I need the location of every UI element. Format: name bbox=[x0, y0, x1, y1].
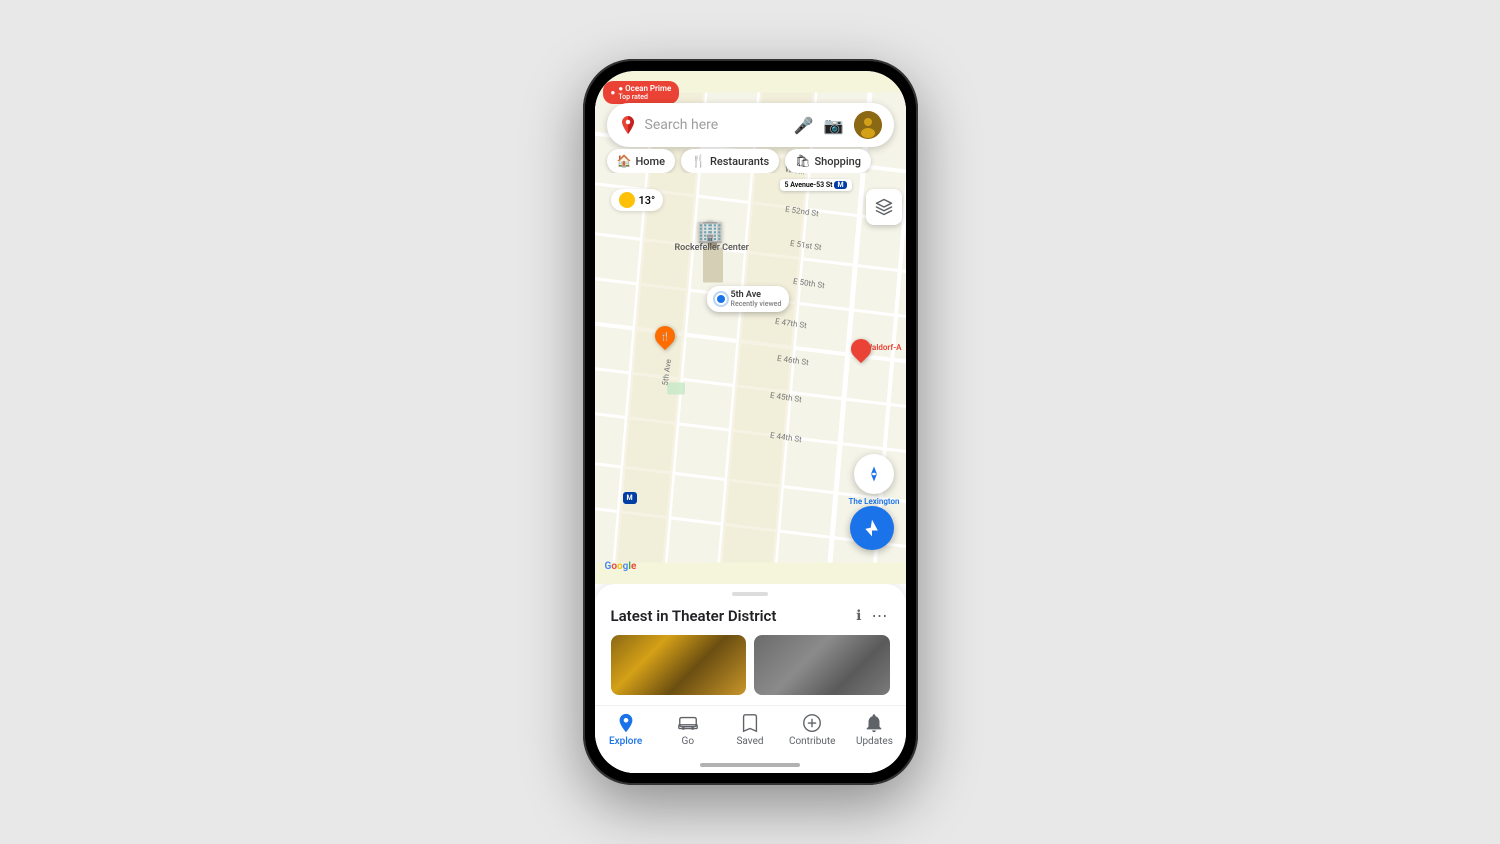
rockefeller-icon: 🏢 bbox=[697, 219, 724, 244]
user-avatar[interactable] bbox=[854, 111, 882, 139]
phone-screen: W 55th St W 5... E 52nd St E 51st St E 5… bbox=[595, 71, 906, 773]
go-tab-label: Go bbox=[682, 736, 695, 747]
tab-updates[interactable]: Updates bbox=[843, 712, 905, 747]
shopping-chip-label: Shopping bbox=[814, 155, 861, 168]
google-maps-logo bbox=[619, 116, 637, 134]
updates-tab-label: Updates bbox=[856, 736, 893, 747]
saved-tab-label: Saved bbox=[736, 736, 763, 747]
avatar-image bbox=[854, 111, 882, 139]
latest-title: Latest in Theater District bbox=[611, 607, 777, 625]
more-button[interactable]: ⋯ bbox=[872, 606, 890, 625]
restaurant-marker[interactable]: 🍴 bbox=[655, 326, 675, 346]
navigation-button[interactable] bbox=[854, 454, 894, 494]
sun-icon bbox=[619, 192, 635, 208]
search-bar[interactable]: Search here 🎤 📷 bbox=[607, 103, 894, 147]
metro-icon: M bbox=[834, 181, 846, 189]
explore-tab-icon bbox=[615, 712, 637, 734]
explore-tab-label: Explore bbox=[609, 736, 642, 747]
fifth-ave-label: 5th Ave bbox=[731, 290, 782, 300]
saved-tab-icon bbox=[739, 712, 761, 734]
home-chip-icon: 🏠 bbox=[617, 154, 632, 168]
restaurants-chip-label: Restaurants bbox=[710, 155, 769, 168]
shopping-chip-icon: 🛍 bbox=[795, 154, 810, 168]
directions-icon bbox=[862, 518, 882, 538]
map-svg bbox=[595, 71, 906, 584]
updates-tab-icon bbox=[863, 712, 885, 734]
camera-icon[interactable]: 📷 bbox=[824, 116, 844, 135]
info-button[interactable]: ℹ bbox=[856, 608, 861, 624]
tab-go[interactable]: Go bbox=[657, 712, 719, 747]
contribute-tab-label: Contribute bbox=[789, 736, 836, 747]
go-tab-icon bbox=[677, 712, 699, 734]
ocean-prime-name: ● Ocean Prime bbox=[618, 84, 671, 93]
search-action-icons: 🎤 📷 bbox=[794, 111, 882, 139]
layers-icon bbox=[875, 198, 893, 216]
rockefeller-label: Rockefeller Center bbox=[675, 243, 749, 253]
latest-header-actions: ℹ ⋯ bbox=[856, 606, 889, 625]
contribute-tab-icon bbox=[801, 712, 823, 734]
fifth-ave-bubble[interactable]: 5th Ave Recently viewed bbox=[707, 286, 790, 312]
tab-bar: Explore Go Saved bbox=[595, 705, 906, 757]
layer-button[interactable] bbox=[866, 189, 902, 225]
weather-badge: 13° bbox=[611, 189, 664, 211]
search-placeholder[interactable]: Search here bbox=[645, 117, 794, 133]
fifth-ave-metro: 5 Avenue-53 St M bbox=[780, 179, 852, 191]
record-icon: ● bbox=[611, 88, 616, 97]
map-container[interactable]: W 55th St W 5... E 52nd St E 51st St E 5… bbox=[595, 71, 906, 584]
photo-card-2[interactable] bbox=[754, 635, 890, 695]
home-chip[interactable]: 🏠 Home bbox=[607, 149, 675, 173]
map-background: W 55th St W 5... E 52nd St E 51st St E 5… bbox=[595, 71, 906, 584]
home-indicator bbox=[595, 757, 906, 773]
filter-chips: 🏠 Home 🍴 Restaurants 🛍 Shopping bbox=[595, 149, 906, 173]
home-bar bbox=[700, 763, 800, 767]
latest-header: Latest in Theater District ℹ ⋯ bbox=[611, 606, 890, 625]
phone-frame: W 55th St W 5... E 52nd St E 51st St E 5… bbox=[583, 59, 918, 785]
tab-contribute[interactable]: Contribute bbox=[781, 712, 843, 747]
microphone-icon[interactable]: 🎤 bbox=[794, 116, 814, 135]
lexington-label: The Lexington bbox=[848, 497, 899, 506]
compass-icon bbox=[865, 465, 883, 483]
shopping-chip[interactable]: 🛍 Shopping bbox=[785, 149, 871, 173]
tab-saved[interactable]: Saved bbox=[719, 712, 781, 747]
bottom-panel: Latest in Theater District ℹ ⋯ bbox=[595, 584, 906, 773]
home-chip-label: Home bbox=[635, 155, 665, 168]
waldorf-marker[interactable] bbox=[851, 339, 871, 359]
temperature: 13° bbox=[639, 194, 656, 207]
restaurants-chip[interactable]: 🍴 Restaurants bbox=[681, 149, 779, 173]
photo-card-1[interactable] bbox=[611, 635, 747, 695]
directions-button[interactable] bbox=[850, 506, 894, 550]
tab-explore[interactable]: Explore bbox=[595, 712, 657, 747]
ocean-prime-badge[interactable]: ● ● Ocean Prime Top rated bbox=[603, 81, 680, 104]
photos-row bbox=[611, 635, 890, 695]
drag-handle[interactable] bbox=[732, 592, 768, 596]
ocean-prime-sub: Top rated bbox=[618, 93, 671, 101]
blue-dot-marker bbox=[715, 293, 727, 305]
recently-viewed-label: Recently viewed bbox=[731, 300, 782, 308]
restaurants-chip-icon: 🍴 bbox=[691, 154, 706, 168]
latest-section: Latest in Theater District ℹ ⋯ bbox=[595, 606, 906, 705]
r-ctr-metro: M bbox=[623, 492, 637, 504]
google-logo: Google bbox=[605, 561, 637, 572]
